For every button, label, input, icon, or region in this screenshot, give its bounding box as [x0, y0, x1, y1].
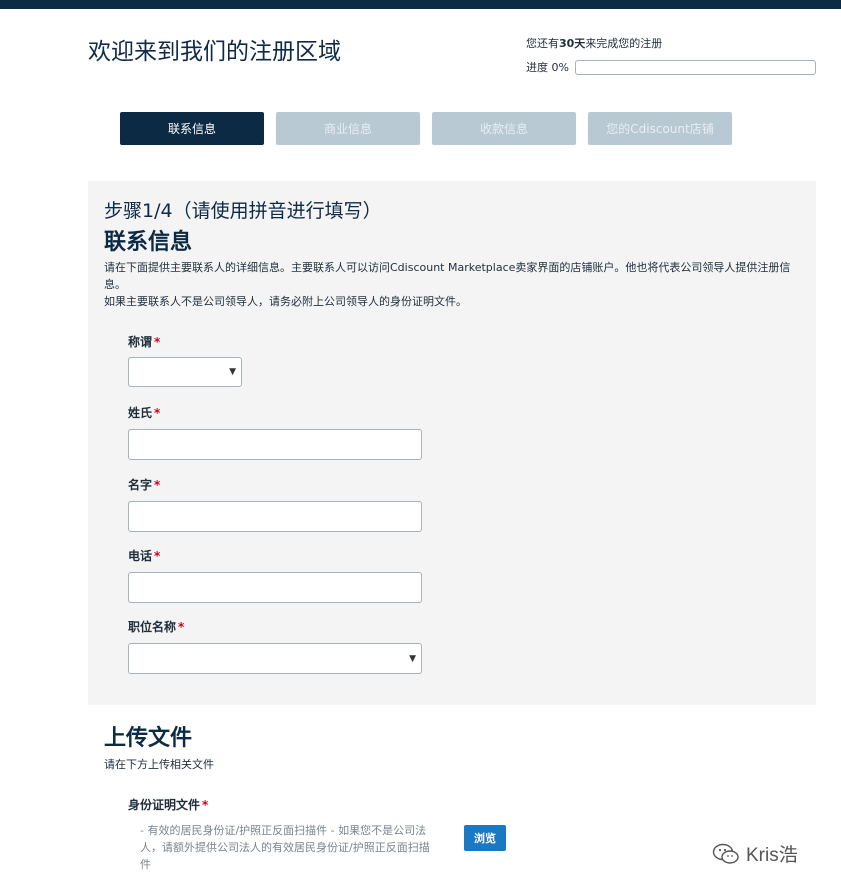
job-title-label-text: 职位名称	[128, 620, 177, 634]
phone-label-text: 电话	[128, 549, 153, 563]
required-marker: *	[202, 798, 209, 812]
job-title-select[interactable]: ▼	[128, 643, 422, 674]
first-name-label: 名字 *	[128, 476, 160, 493]
id-document-label-text: 身份证明文件	[128, 798, 201, 812]
wechat-icon	[712, 843, 739, 864]
id-document-hint: - 有效的居民身份证/护照正反面扫描件 - 如果您不是公司法人，请额外提供公司法…	[140, 824, 430, 871]
watermark-text: Kris浩	[746, 845, 798, 866]
upload-section-title: 上传文件	[104, 726, 193, 751]
tab-business-info[interactable]: 商业信息	[276, 112, 420, 145]
description-line-2: 如果主要联系人不是公司领导人，请务必附上公司领导人的身份证明文件。	[104, 295, 467, 308]
first-name-input[interactable]	[128, 501, 422, 532]
phone-label: 电话 *	[128, 547, 160, 564]
required-marker: *	[154, 549, 161, 563]
required-marker: *	[154, 406, 161, 420]
days-remaining-note: 您还有30天来完成您的注册	[526, 35, 816, 51]
progress-bar	[574, 59, 816, 75]
contact-info-form: 步骤1/4（请使用拼音进行填写） 联系信息 请在下面提供主要联系人的详细信息。主…	[88, 181, 816, 705]
chevron-down-icon: ▼	[409, 653, 416, 664]
id-document-label: 身份证明文件 *	[128, 796, 208, 813]
tab-contact-info[interactable]: 联系信息	[120, 112, 264, 145]
days-prefix: 您还有	[526, 37, 559, 50]
job-title-label: 职位名称 *	[128, 618, 184, 635]
tab-cdiscount-store[interactable]: 您的Cdiscount店铺	[588, 112, 732, 145]
required-marker: *	[154, 335, 161, 349]
watermark: Kris浩	[712, 840, 798, 867]
upload-section-description: 请在下方上传相关文件	[104, 758, 214, 771]
salutation-select[interactable]: ▼	[128, 357, 242, 387]
salutation-label-text: 称谓	[128, 335, 153, 349]
registration-progress: 您还有30天来完成您的注册 进度 0%	[526, 35, 816, 75]
phone-input[interactable]	[128, 572, 422, 603]
salutation-label: 称谓 *	[128, 333, 160, 350]
last-name-label-text: 姓氏	[128, 406, 153, 420]
days-count: 30天	[559, 37, 586, 50]
browse-button[interactable]: 浏览	[464, 825, 506, 851]
page-title: 欢迎来到我们的注册区域	[88, 39, 341, 65]
section-description: 请在下面提供主要联系人的详细信息。主要联系人可以访问Cdiscount Mark…	[104, 259, 804, 310]
section-title: 联系信息	[104, 230, 193, 255]
required-marker: *	[154, 478, 161, 492]
tab-payment-info[interactable]: 收款信息	[432, 112, 576, 145]
first-name-label-text: 名字	[128, 478, 153, 492]
description-line-1: 请在下面提供主要联系人的详细信息。主要联系人可以访问Cdiscount Mark…	[104, 261, 791, 291]
step-heading: 步骤1/4（请使用拼音进行填写）	[104, 200, 382, 222]
required-marker: *	[178, 620, 185, 634]
last-name-input[interactable]	[128, 429, 422, 460]
top-accent-bar	[0, 0, 841, 9]
chevron-down-icon: ▼	[229, 367, 236, 377]
step-tabs: 联系信息 商业信息 收款信息 您的Cdiscount店铺	[0, 112, 841, 145]
progress-row: 进度 0%	[526, 59, 816, 75]
progress-label: 进度 0%	[526, 61, 569, 74]
last-name-label: 姓氏 *	[128, 404, 160, 421]
days-suffix: 来完成您的注册	[585, 37, 663, 50]
